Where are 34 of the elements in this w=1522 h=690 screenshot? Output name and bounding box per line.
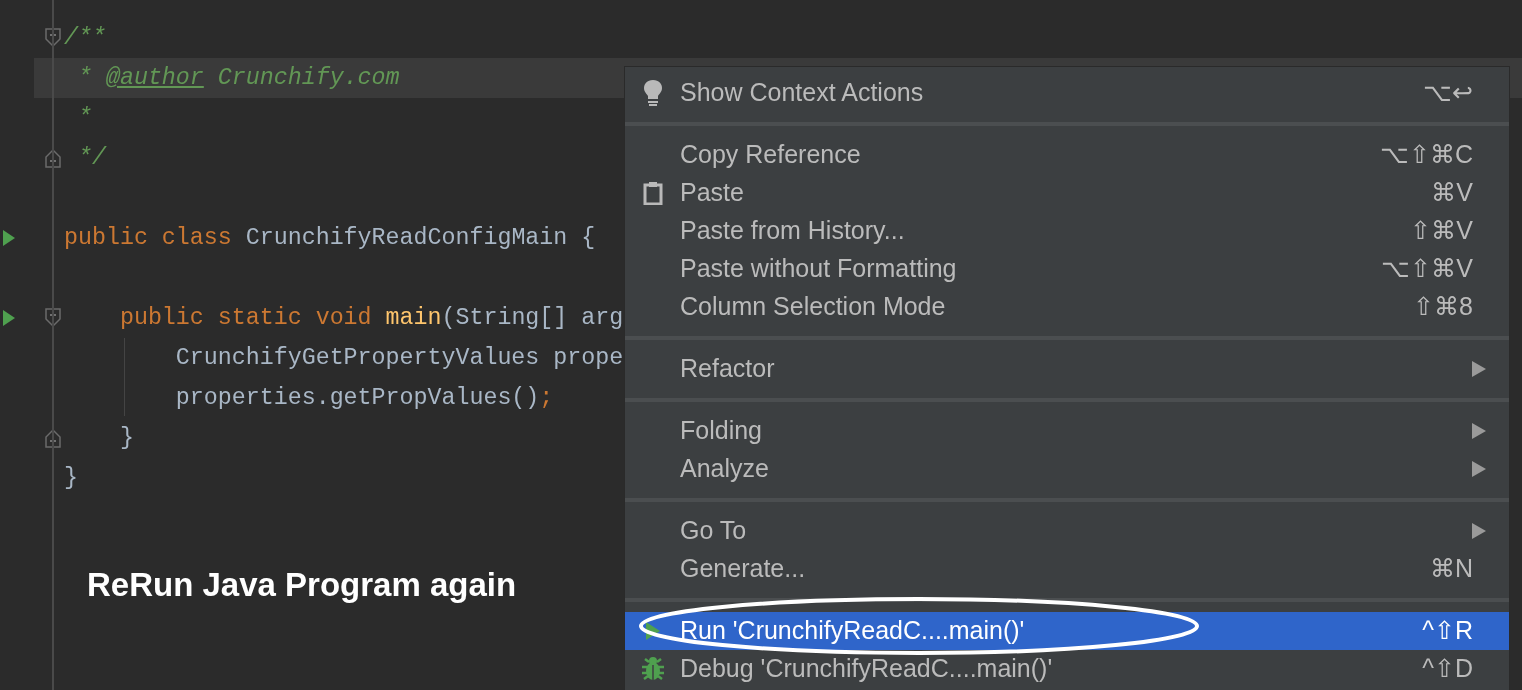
clipboard-icon [642,181,663,205]
menu-item[interactable]: Paste from History... ⇧⌘V [625,212,1509,250]
menu-item[interactable]: Folding [625,412,1509,450]
menu-item[interactable]: Debug 'CrunchifyReadC....main()' ^⇧D [625,650,1509,688]
menu-item[interactable]: Paste without Formatting ⌥⇧⌘V [625,250,1509,288]
code-line: * [76,103,92,133]
menu-item[interactable]: Refactor [625,350,1509,388]
code-line: public class CrunchifyReadConfigMain { [64,223,596,253]
code-line: public static void main(String[] arg [118,303,624,333]
code-line: * @author Crunchify.com [76,63,400,93]
menu-item[interactable]: Run 'CrunchifyReadC....main()' ^⇧R [625,612,1509,650]
submenu-arrow-icon [1471,422,1487,440]
menu-item[interactable]: Column Selection Mode ⇧⌘8 [625,288,1509,326]
submenu-arrow-icon [1471,522,1487,540]
code-line: properties.getPropValues(); [174,383,554,413]
code-line: /** [64,23,106,53]
code-line: } [118,423,134,453]
run-icon [644,621,661,641]
run-icon[interactable] [2,229,16,247]
submenu-arrow-icon [1471,360,1487,378]
code-line: */ [76,143,106,173]
menu-item[interactable]: Copy Reference ⌥⇧⌘C [625,136,1509,174]
menu-item[interactable]: Show Context Actions ⌥↩ [625,74,1509,112]
lightbulb-icon [642,79,663,107]
menu-item[interactable]: Analyze [625,450,1509,488]
code-line: } [64,463,78,493]
submenu-arrow-icon [1471,460,1487,478]
menu-item[interactable]: Paste ⌘V [625,174,1509,212]
menu-item[interactable]: Generate... ⌘N [625,550,1509,588]
bug-icon [640,656,665,682]
run-icon[interactable] [2,309,16,327]
annotation-caption: ReRun Java Program again [87,565,517,605]
code-line: CrunchifyGetPropertyValues prope [174,343,624,373]
menu-item[interactable]: Go To [625,512,1509,550]
